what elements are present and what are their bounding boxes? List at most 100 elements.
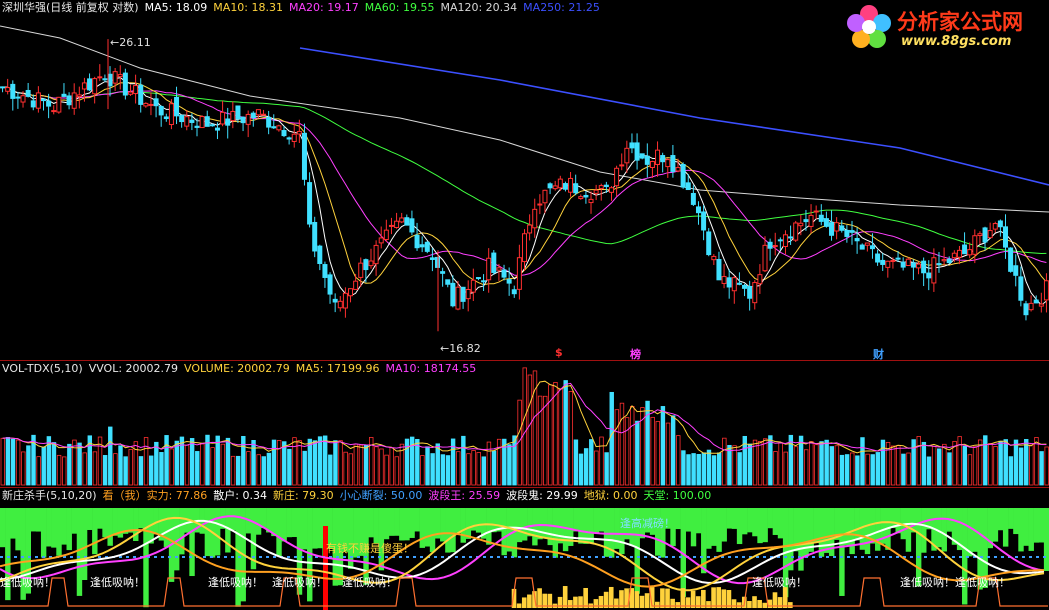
candle-body bbox=[388, 224, 394, 227]
candle-body bbox=[992, 223, 998, 230]
candle-body bbox=[368, 260, 374, 267]
volume-pane[interactable]: VOL-TDX(5,10) VVOL: 20002.79 VOLUME: 20002… bbox=[0, 361, 1049, 487]
candle-body bbox=[849, 230, 855, 233]
tiandang-bar bbox=[445, 508, 451, 553]
price-chart[interactable] bbox=[0, 0, 1049, 360]
volume-bar bbox=[317, 436, 323, 486]
volume-bar bbox=[670, 415, 676, 486]
candle-body bbox=[194, 125, 200, 128]
tiandang-bar bbox=[301, 508, 308, 550]
candle-body bbox=[583, 194, 589, 198]
volume-bar bbox=[993, 446, 998, 486]
candle-body bbox=[926, 272, 932, 279]
tiandang-bar bbox=[1018, 508, 1024, 552]
volume-bar bbox=[1013, 439, 1019, 486]
volume-bar bbox=[307, 438, 313, 486]
volume-bar bbox=[696, 453, 701, 486]
price-pane[interactable]: 深圳华强(日线 前复权 对数) MA5: 18.09 MA10: 18.31 MA20… bbox=[0, 0, 1049, 361]
tiandang-bar bbox=[905, 508, 912, 552]
signal-bar bbox=[323, 526, 328, 610]
diyu-bar bbox=[721, 589, 727, 608]
tiandang-bar bbox=[465, 508, 472, 539]
volume-bar bbox=[578, 453, 584, 486]
volume-bar bbox=[512, 435, 517, 486]
candle-body bbox=[358, 262, 364, 278]
volume-bar bbox=[855, 455, 860, 486]
tiandang-bar bbox=[189, 508, 195, 577]
volume-bar bbox=[737, 452, 742, 486]
tiandang-bar bbox=[66, 508, 72, 551]
volume-bar bbox=[624, 417, 630, 486]
tiandang-bar bbox=[772, 508, 779, 535]
volume-bar bbox=[660, 406, 666, 486]
volume-bar bbox=[343, 451, 348, 486]
tiandang-bar bbox=[383, 508, 390, 540]
volume-bar bbox=[338, 440, 343, 486]
candle-body bbox=[782, 234, 788, 247]
candle-body bbox=[1043, 280, 1049, 301]
candle-body bbox=[731, 277, 737, 292]
volume-bar bbox=[870, 454, 875, 486]
volume-bar bbox=[809, 441, 814, 486]
tiandang-bar bbox=[706, 508, 712, 549]
volume-bar bbox=[875, 452, 881, 486]
candle-body bbox=[486, 257, 492, 281]
tiandang-bar bbox=[10, 508, 16, 539]
volume-bar bbox=[844, 454, 850, 486]
volume-bar bbox=[573, 439, 579, 486]
candle-body bbox=[133, 85, 139, 95]
tiandang-bar bbox=[562, 508, 569, 552]
volume-bar bbox=[543, 395, 548, 486]
tiandang-bar bbox=[711, 508, 717, 546]
tiandang-bar bbox=[762, 508, 768, 543]
diyu-bar bbox=[619, 590, 624, 608]
candle-body bbox=[235, 105, 241, 120]
indicator-chart[interactable] bbox=[0, 488, 1049, 610]
volume-bar bbox=[169, 448, 174, 486]
diyu-bar bbox=[711, 587, 716, 608]
event-dollar[interactable]: $ bbox=[555, 346, 563, 359]
candle-body bbox=[337, 300, 343, 309]
volume-bar bbox=[430, 453, 435, 486]
candle-body bbox=[496, 267, 502, 271]
candle-body bbox=[542, 189, 548, 204]
candle-body bbox=[578, 196, 584, 200]
volume-bar bbox=[686, 454, 691, 486]
volume-bar bbox=[425, 446, 430, 486]
volume-bar bbox=[773, 451, 778, 486]
candle-body bbox=[557, 178, 563, 189]
volume-bar bbox=[128, 449, 133, 486]
tiandang-bar bbox=[317, 508, 323, 549]
header-item: VOL-TDX(5,10) bbox=[2, 362, 83, 375]
site-logo: 分析家公式网 www.88gs.com bbox=[843, 2, 1043, 54]
header-item: 散户: 0.34 bbox=[213, 489, 267, 502]
indicator-pane[interactable]: 新庄杀手(5,10,20) 看（我）实力: 77.86 散户: 0.34 新庄: 79… bbox=[0, 488, 1049, 610]
tiandang-bar bbox=[1002, 508, 1009, 547]
candle-body bbox=[603, 184, 609, 188]
volume-bar bbox=[174, 440, 179, 486]
candle-body bbox=[747, 285, 753, 299]
header-item: 看（我）实力: 77.86 bbox=[102, 489, 208, 502]
high-price-marker: ←26.11 bbox=[110, 36, 151, 49]
volume-bar bbox=[476, 452, 481, 486]
candle-body bbox=[864, 242, 870, 246]
candle-body bbox=[905, 258, 911, 266]
header-item: 新庄杀手(5,10,20) bbox=[2, 489, 97, 502]
tiandang-bar bbox=[40, 508, 47, 558]
diyu-bar bbox=[634, 591, 640, 608]
candle-body bbox=[0, 86, 6, 89]
candle-body bbox=[588, 198, 594, 204]
candle-body bbox=[112, 71, 118, 84]
candle-body bbox=[348, 288, 354, 297]
tiandang-bar bbox=[414, 508, 420, 532]
tiandang-bar bbox=[429, 508, 436, 553]
tiandang-bar bbox=[440, 508, 446, 542]
volume-chart[interactable] bbox=[0, 361, 1049, 487]
tiandang-bar bbox=[1008, 508, 1014, 529]
volume-bar bbox=[302, 450, 307, 486]
candle-body bbox=[823, 218, 829, 227]
tiandang-bar bbox=[204, 508, 211, 557]
candle-body bbox=[619, 164, 625, 167]
candle-body bbox=[245, 113, 251, 125]
candle-body bbox=[61, 93, 67, 97]
